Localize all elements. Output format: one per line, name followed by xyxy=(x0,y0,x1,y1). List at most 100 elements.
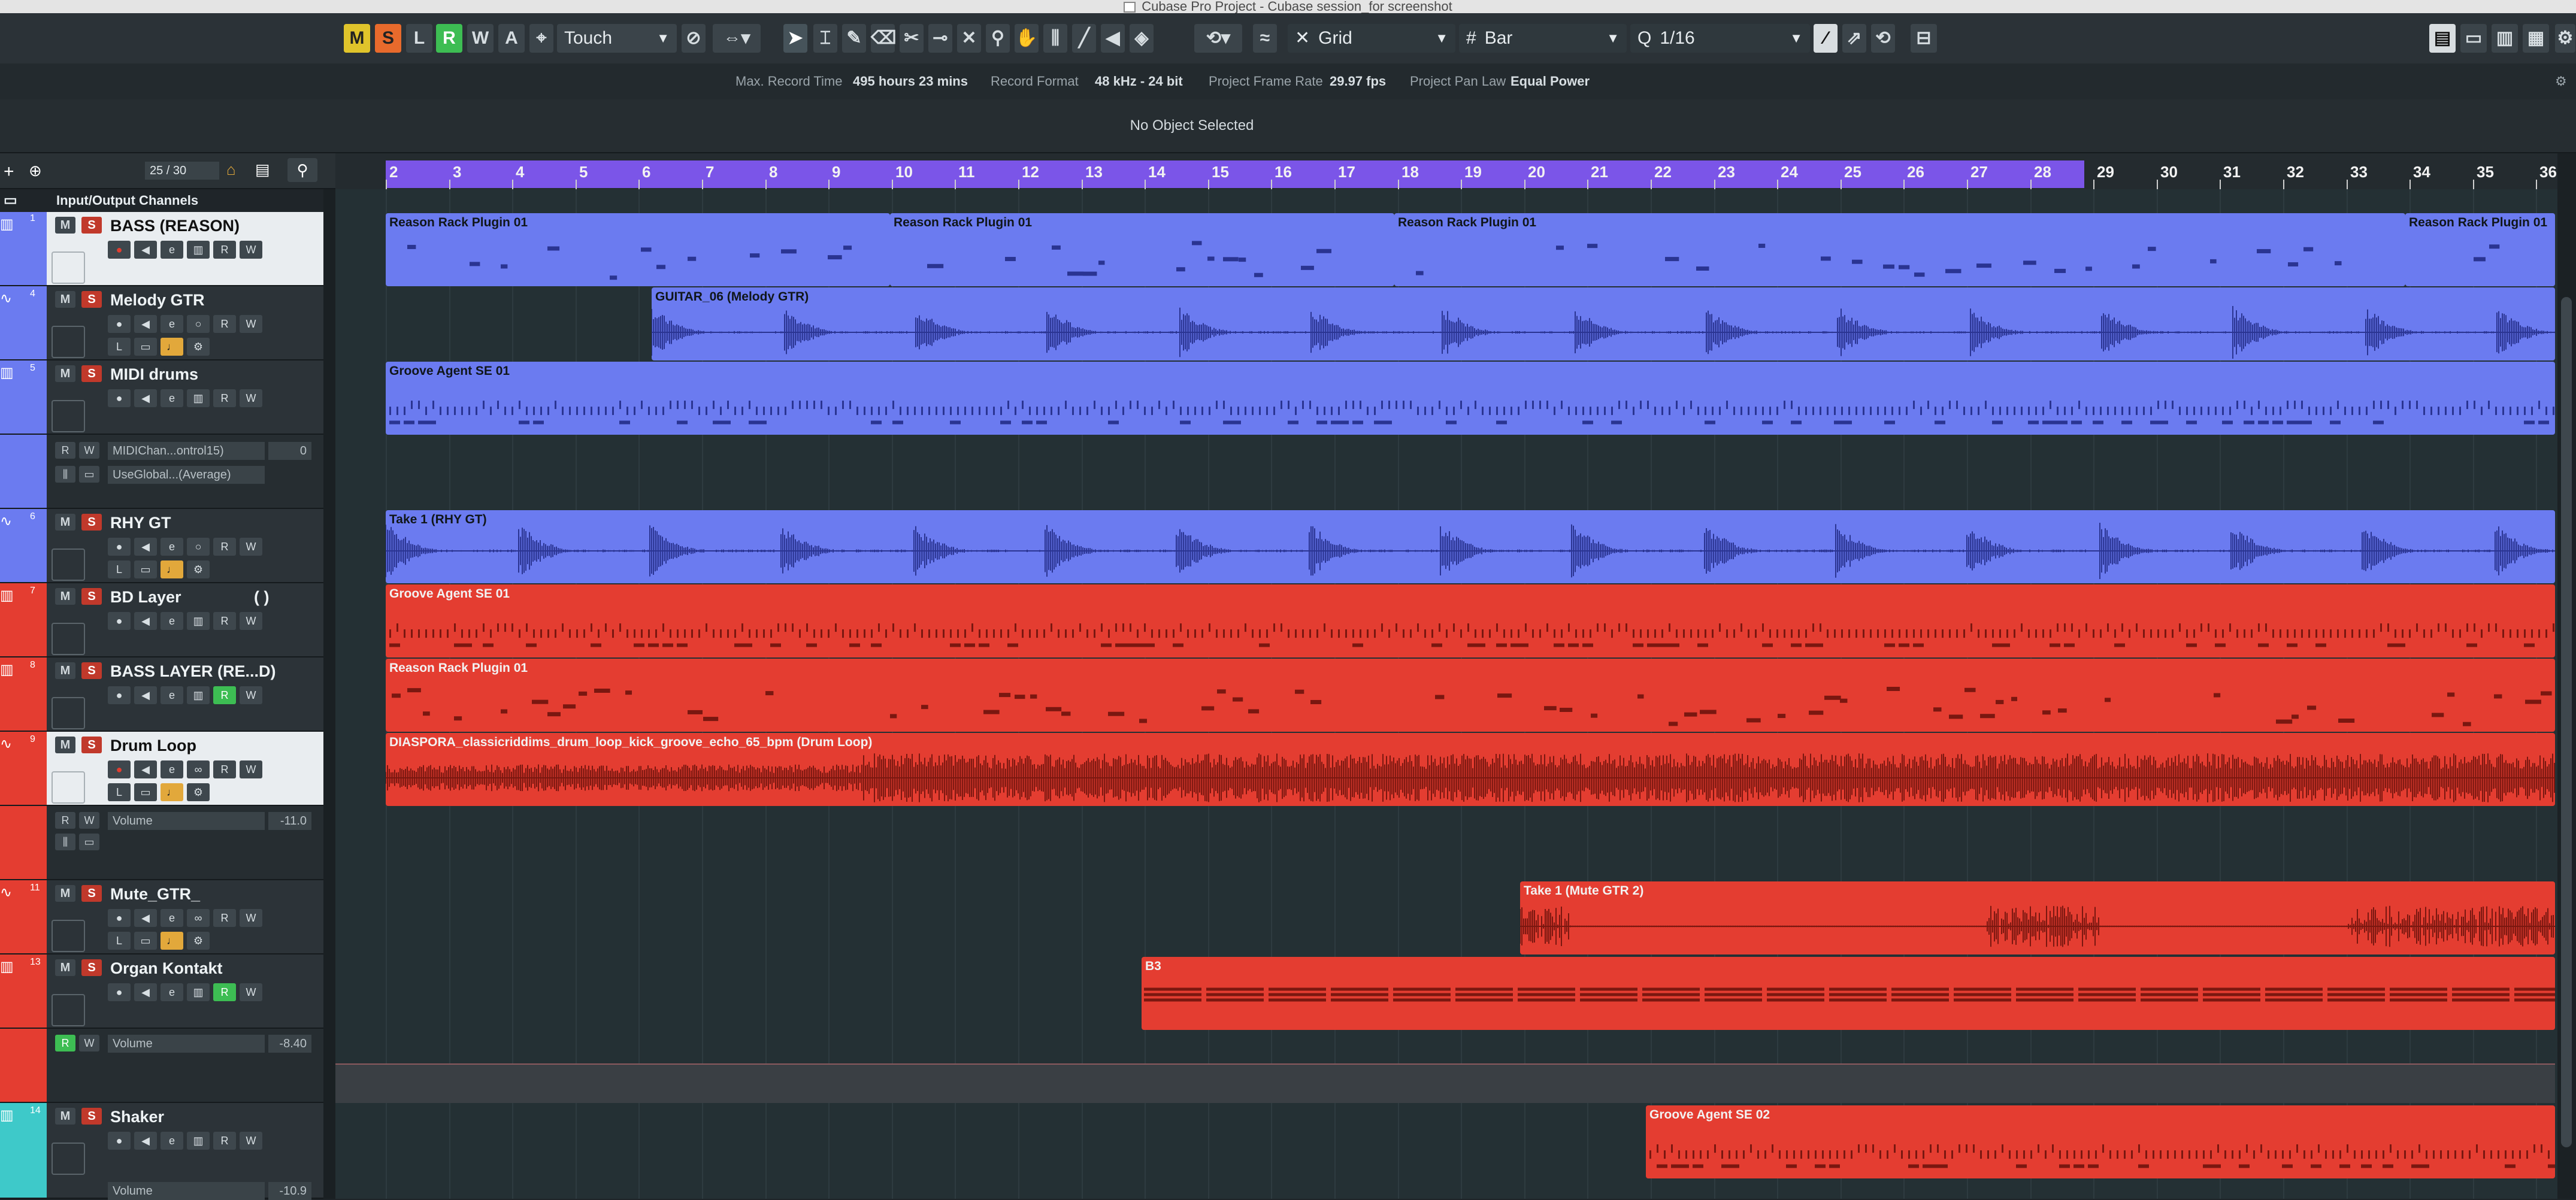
glue-tool-icon[interactable]: ⊸ xyxy=(928,24,952,53)
keyboard-icon[interactable]: ▥ xyxy=(187,1132,210,1150)
settings-icon[interactable]: ⚙ xyxy=(187,560,210,578)
midi-part[interactable]: Reason Rack Plugin 01 xyxy=(386,659,2555,732)
read-button[interactable]: R xyxy=(213,389,236,407)
edit-instrument-button[interactable]: e xyxy=(161,612,183,630)
settings-icon[interactable]: ⚙ xyxy=(187,932,210,950)
automation-value[interactable]: 0 xyxy=(268,442,311,460)
link-icon[interactable]: ∞ xyxy=(187,760,210,778)
edit-instrument-button[interactable]: e xyxy=(161,241,183,259)
split-tool-icon[interactable]: ✂ xyxy=(900,24,924,53)
automation-mode-icon[interactable]: ⌖ xyxy=(529,24,553,53)
read-button[interactable]: R xyxy=(55,442,75,459)
mute-tool-icon[interactable]: ✕ xyxy=(957,24,981,53)
folder-icon[interactable]: ▭ xyxy=(134,932,157,950)
record-enable-button[interactable]: ● xyxy=(108,1132,131,1150)
folder-icon[interactable]: ▭ xyxy=(134,783,157,801)
mute-mode-button[interactable]: M xyxy=(344,24,370,53)
mute-button[interactable]: M xyxy=(55,217,75,234)
mute-button[interactable]: M xyxy=(55,662,75,679)
track-name[interactable]: MIDI drums xyxy=(110,365,198,384)
erase-tool-icon[interactable]: ⌫ xyxy=(871,24,896,53)
snap-mode-icon[interactable]: ⟲▾ xyxy=(1194,24,1242,53)
play-tool-icon[interactable]: ◀ xyxy=(1101,24,1125,53)
line-tool-icon[interactable]: ╱ xyxy=(1072,24,1096,53)
listen-mode-button[interactable]: L xyxy=(406,24,432,53)
quantize-reset-icon[interactable]: ⟲ xyxy=(1871,24,1895,53)
automation-lane-drum-loop[interactable]: R W Volume -11.0 ⫼ ▭ xyxy=(0,806,323,880)
automation-panel-button[interactable]: A xyxy=(498,24,525,53)
track-name[interactable]: BD Layer xyxy=(110,588,181,607)
read-button[interactable]: R xyxy=(213,760,236,778)
automation-value[interactable]: -11.0 xyxy=(268,812,311,830)
monitor-button[interactable]: ◀ xyxy=(134,389,157,407)
frame-rate-value[interactable]: 29.97 fps xyxy=(1330,63,1386,99)
mute-button[interactable]: M xyxy=(55,514,75,531)
solo-button[interactable]: S xyxy=(81,1108,102,1125)
track-name[interactable]: Organ Kontakt xyxy=(110,959,223,978)
comp-tool-icon[interactable]: ⫼ xyxy=(1043,24,1067,53)
write-button[interactable]: W xyxy=(240,1132,262,1150)
automation-value[interactable]: -10.9 xyxy=(268,1182,311,1200)
read-button[interactable]: R xyxy=(213,538,236,556)
automation-lane-midi-drums[interactable]: R W MIDIChan...ontrol15) 0 ⫼ ▭ UseGlobal… xyxy=(0,435,323,509)
io-channels-folder[interactable]: ▭ Input/Output Channels xyxy=(0,189,323,212)
draw-tool-icon[interactable]: ✎ xyxy=(842,24,866,53)
read-button[interactable]: R xyxy=(213,241,236,259)
keyboard-icon[interactable]: ▥ xyxy=(187,389,210,407)
add-folder-icon[interactable]: ⊕ xyxy=(29,162,42,180)
write-button[interactable]: W xyxy=(79,442,99,459)
automation-parameter[interactable]: Volume xyxy=(108,1035,265,1053)
lanes-icon[interactable]: ○ xyxy=(187,315,210,333)
suspend-icon[interactable]: ⊘ xyxy=(682,24,706,53)
keyboard-icon[interactable]: ▥ xyxy=(187,612,210,630)
write-button[interactable]: W xyxy=(240,612,262,630)
record-enable-button[interactable]: ● xyxy=(108,389,131,407)
automation-lane-background[interactable] xyxy=(335,1063,2555,1103)
timebase-icon[interactable]: ♩ xyxy=(161,932,183,950)
read-button[interactable]: R xyxy=(213,612,236,630)
track-name[interactable]: Melody GTR xyxy=(110,291,205,310)
mute-button[interactable]: M xyxy=(55,959,75,976)
read-button[interactable]: R xyxy=(213,315,236,333)
record-enable-button[interactable]: ● xyxy=(108,612,131,630)
lanes-icon[interactable]: ○ xyxy=(187,538,210,556)
automation-value[interactable]: -8.40 xyxy=(268,1035,311,1053)
automation-mode[interactable]: UseGlobal...(Average) xyxy=(108,466,265,484)
write-button[interactable]: W xyxy=(240,315,262,333)
mute-button[interactable]: M xyxy=(55,291,75,308)
track-name[interactable]: RHY GT xyxy=(110,514,171,532)
left-zone-toggle-icon[interactable]: ▤ xyxy=(2429,24,2456,53)
lock-icon[interactable]: L xyxy=(108,932,131,950)
record-enable-button[interactable]: ● xyxy=(108,760,131,778)
folder-icon[interactable]: ▭ xyxy=(134,560,157,578)
edit-instrument-button[interactable]: e xyxy=(161,389,183,407)
solo-button[interactable]: S xyxy=(81,365,102,382)
color-tool-icon[interactable]: ◈ xyxy=(1130,24,1154,53)
scroll-thumb[interactable] xyxy=(2561,297,2572,1147)
midi-part[interactable]: Groove Agent SE 01 xyxy=(386,584,2555,657)
write-button[interactable]: W xyxy=(240,909,262,927)
track-midi-drums[interactable]: ▥ 5 M S MIDI drums ● ◀ e ▥ R W xyxy=(0,360,323,435)
monitor-button[interactable]: ◀ xyxy=(134,686,157,704)
folder-icon[interactable]: ▭ xyxy=(79,466,99,483)
read-button[interactable]: R xyxy=(213,1132,236,1150)
toolbar-settings-icon[interactable]: ⊟ xyxy=(1911,24,1937,53)
vertical-scrollbar[interactable] xyxy=(2557,189,2576,1199)
solo-button[interactable]: S xyxy=(81,217,102,234)
hand-tool-icon[interactable]: ✋ xyxy=(1015,24,1039,53)
track-name[interactable]: Shaker xyxy=(110,1108,164,1126)
settings-icon[interactable]: ⚙ xyxy=(187,783,210,801)
monitor-button[interactable]: ◀ xyxy=(134,612,157,630)
gear-icon[interactable]: ⚙ xyxy=(2555,24,2575,53)
read-button[interactable]: R xyxy=(55,1035,75,1051)
monitor-button[interactable]: ◀ xyxy=(134,1132,157,1150)
write-button[interactable]: W xyxy=(79,1035,99,1051)
solo-button[interactable]: S xyxy=(81,291,102,308)
write-button[interactable]: W xyxy=(240,538,262,556)
grid-type-dropdown[interactable]: # Bar ▼ xyxy=(1459,24,1627,53)
track-bass-reason[interactable]: ▥ 1 M S BASS (REASON) ● ◀ e ▥ R W xyxy=(0,212,323,286)
track-drum-loop[interactable]: ∿ 9 M S Drum Loop ● ◀ e ∞ R W L ▭ ♩ ⚙ xyxy=(0,732,323,806)
record-enable-button[interactable]: ● xyxy=(108,538,131,556)
quantize-apply-icon[interactable]: ⇗ xyxy=(1842,24,1866,53)
lock-icon[interactable]: L xyxy=(108,783,131,801)
